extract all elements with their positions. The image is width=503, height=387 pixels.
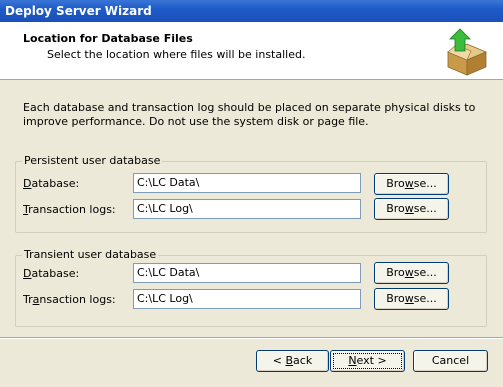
cancel-button[interactable]: Cancel: [413, 350, 488, 372]
window-title: Deploy Server Wizard: [0, 0, 503, 22]
mnemonic: w: [404, 292, 414, 305]
browse-text: se...: [413, 177, 437, 190]
next-button[interactable]: Next >: [330, 350, 405, 372]
label-text: Tr: [23, 293, 33, 306]
persistent-logs-browse-button[interactable]: Browse...: [374, 198, 449, 220]
label-text: atabase:: [31, 177, 80, 190]
group-legend: Transient user database: [22, 248, 159, 262]
database-label: Database:: [23, 177, 79, 191]
mnemonic: w: [404, 202, 414, 215]
browse-text: se...: [413, 292, 437, 305]
back-text: ack: [293, 354, 313, 367]
mnemonic: B: [285, 354, 294, 367]
persistent-logs-path-input[interactable]: C:\LC Log\: [133, 199, 361, 219]
browse-text: se...: [413, 266, 437, 279]
footer-divider: [0, 337, 503, 339]
browse-text: Bro: [386, 177, 405, 190]
transient-logs-path-input[interactable]: C:\LC Log\: [133, 289, 361, 309]
label-text: atabase:: [31, 267, 80, 280]
transient-logs-browse-button[interactable]: Browse...: [374, 288, 449, 310]
persistent-database-path-input[interactable]: C:\LC Data\: [133, 173, 361, 193]
mnemonic: w: [404, 177, 414, 190]
database-label: Database:: [23, 267, 79, 281]
page-subtitle: Select the location where files will be …: [47, 48, 306, 61]
mnemonic: w: [404, 266, 414, 279]
transient-database-group: Transient user database Database: C:\LC …: [15, 248, 487, 327]
intro-text: Each database and transaction log should…: [23, 101, 476, 128]
box-with-green-arrow-icon: [446, 28, 488, 76]
transaction-logs-label: Transaction logs:: [23, 293, 116, 307]
wizard-header: Location for Database Files Select the l…: [0, 22, 503, 80]
back-arrow: <: [272, 354, 286, 367]
persistent-database-group: Persistent user database Database: C:\LC…: [15, 154, 487, 233]
browse-text: Bro: [386, 266, 405, 279]
group-legend: Persistent user database: [22, 154, 163, 168]
mnemonic: N: [348, 354, 357, 367]
browse-text: Bro: [386, 292, 405, 305]
transient-database-browse-button[interactable]: Browse...: [374, 262, 449, 284]
back-button[interactable]: < Back: [256, 350, 329, 372]
browse-text: Bro: [386, 202, 405, 215]
label-text: nsaction logs:: [39, 293, 116, 306]
browse-text: se...: [413, 202, 437, 215]
persistent-database-browse-button[interactable]: Browse...: [374, 173, 449, 195]
next-text: ext >: [356, 354, 387, 367]
transaction-logs-label: Transaction logs:: [23, 203, 116, 217]
label-text: ransaction logs:: [28, 203, 116, 216]
page-title: Location for Database Files: [23, 32, 193, 45]
transient-database-path-input[interactable]: C:\LC Data\: [133, 263, 361, 283]
